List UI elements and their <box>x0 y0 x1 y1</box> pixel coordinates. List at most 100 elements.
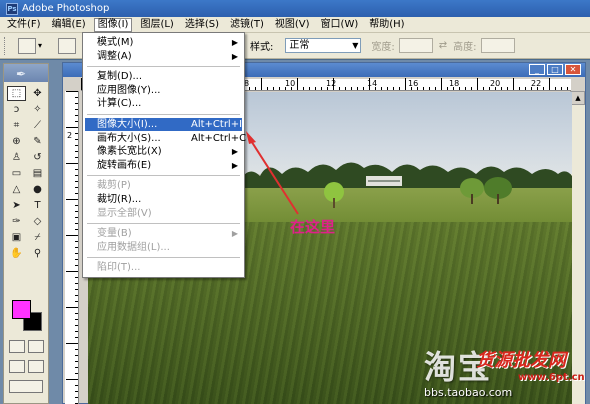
ruler-tick <box>75 289 78 290</box>
blur-tool-icon[interactable]: △ <box>7 182 26 197</box>
ruler-tick <box>267 87 268 90</box>
foreground-color-swatch[interactable] <box>12 300 31 319</box>
ruler-tick <box>429 87 430 90</box>
shape-tool-icon[interactable]: ◇ <box>28 214 47 229</box>
menu-item[interactable]: 滤镜(T) <box>227 18 267 32</box>
ruler-tick <box>315 87 316 90</box>
ruler-tick <box>75 115 78 116</box>
ruler-tick <box>561 87 562 90</box>
menu-item-label: 裁剪(P) <box>97 180 131 192</box>
standard-mode-icon[interactable] <box>9 340 25 353</box>
minimize-icon[interactable]: _ <box>529 64 545 75</box>
photo-green-tree <box>324 182 344 208</box>
new-selection-icon[interactable] <box>58 37 77 54</box>
menu-item[interactable]: 视图(V) <box>272 18 313 32</box>
swap-dimensions-icon[interactable]: ⇄ <box>439 40 447 51</box>
screen-mode-2-icon[interactable] <box>28 360 44 373</box>
ruler-tick <box>75 385 78 386</box>
submenu-arrow-icon: ▶ <box>231 51 238 61</box>
crop-tool-icon[interactable]: ⌗ <box>7 118 26 133</box>
menu-item-label: 模式(M) <box>97 37 134 48</box>
ruler-tick <box>75 145 78 146</box>
image-menu-item[interactable]: 画布大小(S)... Alt+Ctrl+C <box>85 132 246 145</box>
menu-item-label: 陷印(T)... <box>97 262 141 274</box>
magic-wand-icon[interactable]: ✧ <box>28 102 47 117</box>
lasso-tool-icon[interactable]: ↄ <box>7 102 26 117</box>
menu-item[interactable]: 编辑(E) <box>49 18 89 32</box>
screen-mode-1-icon[interactable] <box>9 360 25 373</box>
slice-tool-icon[interactable]: ⟋ <box>28 118 47 133</box>
ruler-tick <box>75 295 78 296</box>
maximize-icon[interactable]: □ <box>547 64 563 75</box>
jump-to-imageready-icon[interactable] <box>9 380 43 393</box>
image-menu-item[interactable]: 图像大小(I)... Alt+Ctrl+I <box>85 118 242 131</box>
ruler-tick <box>75 151 78 152</box>
menu-item-label: 像素长宽比(X) <box>97 146 162 158</box>
healing-brush-icon[interactable]: ⊕ <box>7 134 26 149</box>
menu-item[interactable]: 图像(I) <box>93 17 133 32</box>
preset-arrow-icon[interactable]: ▾ <box>38 41 42 50</box>
watermark-url: bbs.taobao.com <box>424 386 513 399</box>
path-select-icon[interactable]: ➤ <box>7 198 26 213</box>
ruler-tick <box>519 87 520 90</box>
dodge-tool-icon[interactable]: ● <box>28 182 47 197</box>
scroll-up-icon[interactable]: ▲ <box>571 91 585 105</box>
image-menu-item[interactable]: 旋转画布(E) ▶ <box>85 159 242 172</box>
notes-tool-icon[interactable]: ▣ <box>7 230 26 245</box>
type-tool-icon[interactable]: T <box>28 198 47 213</box>
photoshop-logo-icon: Ps <box>6 2 18 15</box>
menu-item[interactable]: 文件(F) <box>4 18 44 32</box>
ruler-tick <box>507 87 508 90</box>
width-field[interactable] <box>398 38 433 53</box>
close-icon[interactable]: ✕ <box>565 64 581 75</box>
eraser-tool-icon[interactable]: ▭ <box>7 166 26 181</box>
ruler-tick <box>75 301 78 302</box>
history-brush-icon[interactable]: ↺ <box>28 150 47 165</box>
ruler-tick <box>501 87 502 90</box>
menu-item[interactable]: 图层(L) <box>137 18 176 32</box>
clone-stamp-icon[interactable]: ♙ <box>7 150 26 165</box>
vertical-scrollbar[interactable]: ▲ <box>570 91 585 404</box>
menu-item[interactable]: 窗口(W) <box>318 18 362 32</box>
height-label: 高度: <box>453 42 477 53</box>
quickmask-mode-icon[interactable] <box>28 340 44 353</box>
ruler-tick <box>75 259 78 260</box>
eyedropper-icon[interactable]: ⌿ <box>28 230 47 245</box>
menu-separator <box>87 66 240 68</box>
ruler-tick <box>66 91 78 92</box>
brush-tool-icon[interactable]: ✎ <box>28 134 47 149</box>
ruler-tick <box>75 241 78 242</box>
ruler-tick <box>435 87 436 90</box>
ruler-tick <box>75 283 78 284</box>
gradient-tool-icon[interactable]: ▤ <box>28 166 47 181</box>
image-menu-item[interactable]: 计算(C)... <box>85 97 242 110</box>
menu-item[interactable]: 选择(S) <box>182 18 222 32</box>
ruler-tick <box>66 199 78 200</box>
image-menu-item[interactable]: 应用图像(Y)... <box>85 84 242 97</box>
ruler-tick <box>477 78 478 90</box>
menu-item[interactable]: 帮助(H) <box>366 18 407 32</box>
tool-grid: ⬚ ✥ ↄ ✧ ⌗ ⟋ ⊕ ✎ ♙ ↺ ▭ ▤ △ ● ➤ T ✑ ◇ ▣ ⌿ … <box>7 86 47 261</box>
image-menu-item[interactable]: 复制(D)... <box>85 70 242 83</box>
style-select-value: 正常 <box>289 40 310 51</box>
ruler-tick <box>75 397 78 398</box>
style-select[interactable]: 正常 ▼ <box>285 38 362 53</box>
marquee-tool-icon[interactable]: ⬚ <box>7 86 26 101</box>
image-menu-item[interactable]: 模式(M) ▶ <box>85 36 242 49</box>
submenu-arrow-icon: ▶ <box>231 147 238 157</box>
menu-item-shortcut: Alt+Ctrl+C <box>191 132 247 144</box>
marquee-preset-icon[interactable] <box>18 37 36 54</box>
zoom-tool-icon[interactable]: ⚲ <box>28 246 47 261</box>
height-field[interactable] <box>480 38 515 53</box>
ruler-tick <box>525 87 526 90</box>
menu-item-label: 计算(C)... <box>97 98 142 110</box>
options-grip[interactable] <box>4 36 8 55</box>
image-menu-item[interactable]: 调整(A) ▶ <box>85 50 242 63</box>
move-tool-icon[interactable]: ✥ <box>28 86 47 101</box>
pen-tool-icon[interactable]: ✑ <box>7 214 26 229</box>
ruler-tick <box>75 223 78 224</box>
ruler-tick <box>75 361 78 362</box>
hand-tool-icon[interactable]: ✋ <box>7 246 26 261</box>
image-menu-item[interactable]: 像素长宽比(X) ▶ <box>85 145 242 158</box>
image-menu-item[interactable]: 裁切(R)... <box>85 193 242 206</box>
